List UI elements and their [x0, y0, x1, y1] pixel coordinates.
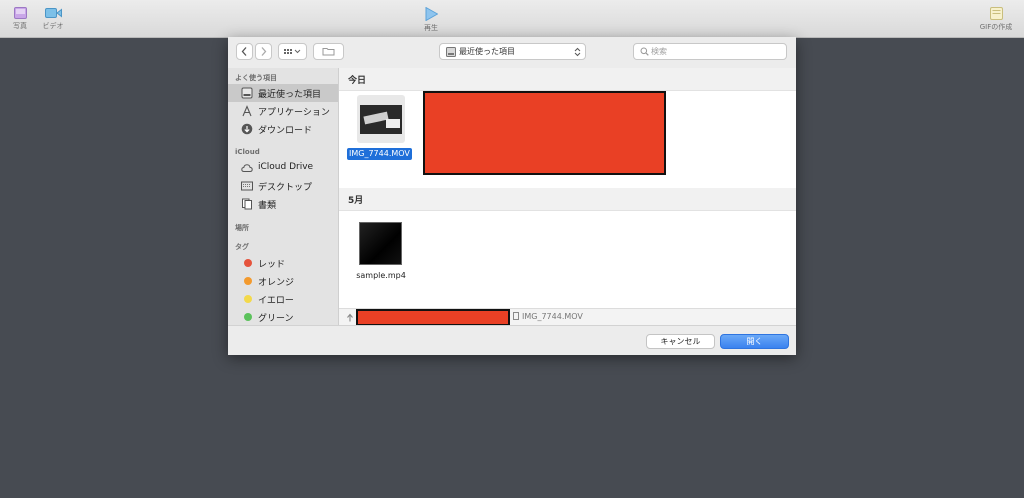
desktop-icon	[241, 181, 253, 191]
sidebar: よく使う項目 最近使った項目 アプリケーション ダウンロード iCloud iC…	[228, 68, 339, 325]
sidebar-item-label: 書類	[258, 201, 277, 211]
gif-label: GIFの作成	[979, 23, 1013, 31]
path-file-icon	[513, 312, 519, 320]
sidebar-item-tag-orange[interactable]: オレンジ	[228, 272, 338, 290]
sidebar-item-label: グリーン	[258, 314, 294, 324]
sidebar-item-icloud-drive[interactable]: iCloud Drive	[228, 159, 338, 177]
file-item-img-7744[interactable]: IMG_7744.MOV	[347, 95, 415, 165]
file-item-sample-mp4[interactable]: sample.mp4	[347, 220, 415, 280]
red-tag-dot-icon	[244, 259, 252, 267]
file-name: sample.mp4	[356, 271, 406, 280]
green-tag-dot-icon	[244, 313, 252, 321]
gif-icon	[989, 7, 1003, 20]
redacted-area	[423, 91, 666, 175]
new-folder-icon	[322, 48, 335, 56]
icloud-header: iCloud	[235, 148, 260, 156]
sidebar-item-label: イエロー	[258, 296, 294, 306]
tags-header: タグ	[235, 243, 249, 251]
open-button[interactable]: 開く	[720, 334, 789, 349]
video-camera-icon	[44, 8, 62, 18]
sidebar-item-label: レッド	[258, 260, 286, 270]
play-label: 再生	[424, 24, 438, 32]
recent-items-icon	[446, 47, 456, 57]
sidebar-item-documents[interactable]: 書類	[228, 195, 338, 213]
section-header-today: 今日	[339, 68, 796, 91]
sidebar-item-tag-red[interactable]: レッド	[228, 254, 338, 272]
sidebar-item-downloads[interactable]: ダウンロード	[228, 120, 338, 138]
video-thumbnail	[359, 222, 402, 265]
sidebar-item-label: アプリケーション	[258, 108, 330, 118]
sidebar-item-label: オレンジ	[258, 278, 295, 288]
view-options-button[interactable]	[278, 43, 307, 60]
location-popup[interactable]: 最近使った項目	[439, 43, 586, 60]
location-label: 最近使った項目	[459, 47, 515, 56]
search-icon	[640, 47, 649, 56]
download-icon	[241, 123, 253, 135]
cloud-icon	[241, 164, 253, 172]
photo-button[interactable]: 写真	[10, 7, 30, 31]
chevron-right-icon	[261, 47, 267, 56]
path-bar: IMG_7744.MOV	[339, 308, 796, 326]
recent-icon	[241, 87, 253, 99]
sidebar-item-label: iCloud Drive	[258, 162, 314, 172]
places-header: 場所	[235, 224, 249, 232]
play-button[interactable]: 再生	[422, 7, 440, 33]
create-gif-button[interactable]: GIFの作成	[978, 7, 1014, 32]
orange-tag-dot-icon	[244, 277, 252, 285]
video-button[interactable]: ビデオ	[41, 7, 65, 31]
video-label: ビデオ	[42, 22, 64, 30]
cancel-button[interactable]: キャンセル	[646, 334, 715, 349]
dialog-footer: キャンセル 開く	[228, 325, 796, 355]
sidebar-item-label: デスクトップ	[258, 183, 313, 193]
new-folder-button[interactable]	[313, 43, 344, 60]
video-thumbnail	[357, 95, 405, 143]
section-title: 5月	[348, 196, 364, 206]
path-file-name: IMG_7744.MOV	[522, 312, 583, 321]
sidebar-item-applications[interactable]: アプリケーション	[228, 102, 338, 120]
file-name-selected: IMG_7744.MOV	[347, 148, 412, 160]
play-icon	[425, 7, 438, 21]
sidebar-item-label: 最近使った項目	[258, 90, 322, 100]
sidebar-item-recents[interactable]: 最近使った項目	[228, 84, 338, 102]
path-arrow-icon	[347, 313, 353, 322]
search-field[interactable]: 検索	[633, 43, 787, 60]
back-button[interactable]	[236, 43, 253, 60]
search-placeholder: 検索	[651, 47, 667, 56]
redacted-path	[356, 309, 510, 326]
up-down-chevron-icon	[574, 47, 581, 57]
documents-icon	[242, 198, 252, 210]
chevron-left-icon	[241, 47, 247, 56]
sidebar-item-label: ダウンロード	[258, 126, 313, 136]
forward-button[interactable]	[255, 43, 272, 60]
yellow-tag-dot-icon	[244, 295, 252, 303]
sidebar-item-desktop[interactable]: デスクトップ	[228, 177, 338, 195]
dialog-toolbar: 最近使った項目 検索	[228, 37, 796, 69]
favorites-header: よく使う項目	[235, 74, 277, 82]
sidebar-item-tag-yellow[interactable]: イエロー	[228, 290, 338, 308]
app-toolbar: 写真 ビデオ 再生 GIFの作成	[0, 0, 1024, 38]
photo-icon	[13, 7, 27, 19]
open-file-dialog: 最近使った項目 検索 よく使う項目 最近使った項目 アプリケーション ダウンロー…	[228, 37, 796, 355]
sidebar-item-tag-green[interactable]: グリーン	[228, 308, 338, 325]
section-title: 今日	[348, 76, 367, 86]
applications-icon	[242, 105, 252, 117]
icon-grid-view-icon	[284, 49, 301, 54]
section-header-may: 5月	[339, 188, 796, 211]
photo-label: 写真	[13, 22, 27, 30]
